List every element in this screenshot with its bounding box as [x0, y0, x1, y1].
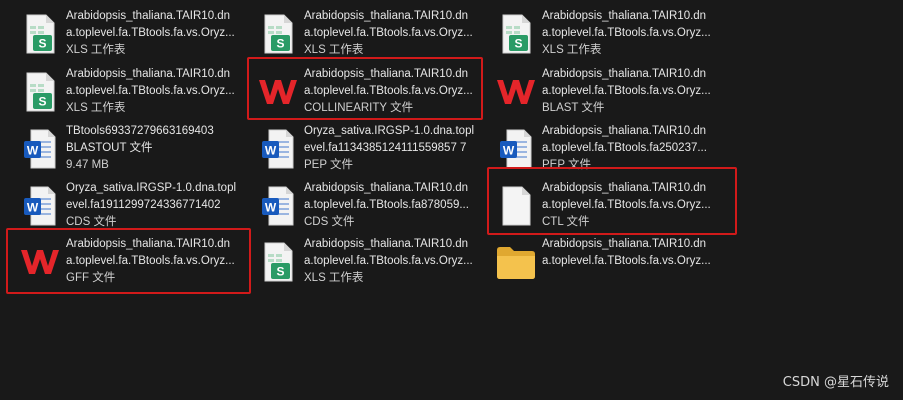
file-name-line1: Arabidopsis_thaliana.TAIR10.dn: [66, 68, 231, 80]
file-name-line1: Arabidopsis_thaliana.TAIR10.dn: [66, 238, 231, 250]
file-item-c1r1[interactable]: Arabidopsis_thaliana.TAIR10.dn a.topleve…: [8, 6, 238, 60]
file-name-line1: Arabidopsis_thaliana.TAIR10.dn: [304, 238, 469, 250]
file-name-line1: Arabidopsis_thaliana.TAIR10.dn: [542, 182, 707, 194]
file-label: TBtools69337279663169403 BLASTOUT 文件 9.4…: [66, 123, 246, 174]
file-name-line2: a.toplevel.fa.TBtools.fa.vs.Oryz...: [542, 85, 711, 97]
file-label: Oryza_sativa.IRGSP-1.0.dna.topl evel.fa1…: [66, 180, 246, 231]
file-type: XLS 工作表: [304, 44, 364, 56]
file-name-line1: Arabidopsis_thaliana.TAIR10.dn: [304, 10, 469, 22]
file-item-c2r4[interactable]: Arabidopsis_thaliana.TAIR10.dn a.topleve…: [246, 178, 476, 232]
file-type: XLS 工作表: [66, 102, 126, 114]
word-document-icon: [18, 127, 62, 171]
wps-logo-icon: [256, 70, 300, 114]
file-type: CTL 文件: [542, 216, 590, 228]
file-type: GFF 文件: [66, 272, 116, 284]
file-item-c2r2[interactable]: Arabidopsis_thaliana.TAIR10.dn a.topleve…: [246, 64, 476, 118]
folder-icon: [494, 240, 538, 284]
file-item-c1r4[interactable]: Oryza_sativa.IRGSP-1.0.dna.topl evel.fa1…: [8, 178, 238, 232]
xls-spreadsheet-icon: [18, 12, 62, 56]
file-item-c3r4[interactable]: Arabidopsis_thaliana.TAIR10.dn a.topleve…: [484, 178, 714, 232]
file-size: 9.47 MB: [66, 159, 109, 171]
file-label: Arabidopsis_thaliana.TAIR10.dn a.topleve…: [304, 66, 484, 117]
file-item-c3r2[interactable]: Arabidopsis_thaliana.TAIR10.dn a.topleve…: [484, 64, 714, 118]
file-item-c1r5[interactable]: Arabidopsis_thaliana.TAIR10.dn a.topleve…: [8, 234, 238, 288]
file-name-line1: Arabidopsis_thaliana.TAIR10.dn: [542, 238, 707, 250]
file-item-c1r2[interactable]: Arabidopsis_thaliana.TAIR10.dn a.topleve…: [8, 64, 238, 118]
file-item-c3r3[interactable]: Arabidopsis_thaliana.TAIR10.dn a.topleve…: [484, 121, 714, 175]
file-type: XLS 工作表: [304, 272, 364, 284]
file-name-line2: a.toplevel.fa.TBtools.fa.vs.Oryz...: [66, 85, 235, 97]
blank-file-icon: [494, 184, 538, 228]
file-label: Arabidopsis_thaliana.TAIR10.dn a.topleve…: [66, 236, 246, 287]
file-name-line2: BLASTOUT 文件: [66, 142, 153, 154]
file-type: PEP 文件: [304, 159, 353, 171]
xls-spreadsheet-icon: [18, 70, 62, 114]
file-name-line1: TBtools69337279663169403: [66, 125, 214, 137]
file-name-line2: a.toplevel.fa.TBtools.fa.vs.Oryz...: [542, 27, 711, 39]
file-type: BLAST 文件: [542, 102, 605, 114]
file-label: Arabidopsis_thaliana.TAIR10.dn a.topleve…: [542, 66, 722, 117]
file-name-line2: a.toplevel.fa.TBtools.fa.vs.Oryz...: [304, 255, 473, 267]
word-document-icon: [256, 127, 300, 171]
file-name-line2: a.toplevel.fa.TBtools.fa.vs.Oryz...: [304, 27, 473, 39]
file-name-line2: a.toplevel.fa.TBtools.fa250237...: [542, 142, 707, 154]
file-type: XLS 工作表: [66, 44, 126, 56]
file-type: CDS 文件: [66, 216, 117, 228]
file-name-line2: a.toplevel.fa.TBtools.fa878059...: [304, 199, 469, 211]
file-item-c2r5[interactable]: Arabidopsis_thaliana.TAIR10.dn a.topleve…: [246, 234, 476, 288]
file-item-c1r3[interactable]: TBtools69337279663169403 BLASTOUT 文件 9.4…: [8, 121, 238, 175]
xls-spreadsheet-icon: [256, 240, 300, 284]
file-label: Oryza_sativa.IRGSP-1.0.dna.topl evel.fa1…: [304, 123, 484, 174]
file-label: Arabidopsis_thaliana.TAIR10.dn a.topleve…: [304, 180, 484, 231]
file-label: Arabidopsis_thaliana.TAIR10.dn a.topleve…: [542, 236, 722, 270]
file-name-line1: Oryza_sativa.IRGSP-1.0.dna.topl: [304, 125, 475, 137]
file-name-line2: a.toplevel.fa.TBtools.fa.vs.Oryz...: [542, 255, 711, 267]
file-name-line2: a.toplevel.fa.TBtools.fa.vs.Oryz...: [66, 255, 235, 267]
file-item-c2r1[interactable]: Arabidopsis_thaliana.TAIR10.dn a.topleve…: [246, 6, 476, 60]
file-name-line1: Arabidopsis_thaliana.TAIR10.dn: [304, 182, 469, 194]
file-label: Arabidopsis_thaliana.TAIR10.dn a.topleve…: [66, 66, 246, 117]
file-item-c3r5[interactable]: Arabidopsis_thaliana.TAIR10.dn a.topleve…: [484, 234, 714, 288]
file-name-line1: Oryza_sativa.IRGSP-1.0.dna.topl: [66, 182, 237, 194]
word-document-icon: [256, 184, 300, 228]
file-grid: Arabidopsis_thaliana.TAIR10.dn a.topleve…: [0, 0, 903, 400]
file-label: Arabidopsis_thaliana.TAIR10.dn a.topleve…: [304, 8, 484, 59]
xls-spreadsheet-icon: [494, 12, 538, 56]
file-name-line1: Arabidopsis_thaliana.TAIR10.dn: [542, 68, 707, 80]
file-type: XLS 工作表: [542, 44, 602, 56]
file-name-line2: a.toplevel.fa.TBtools.fa.vs.Oryz...: [66, 27, 235, 39]
file-name-line1: Arabidopsis_thaliana.TAIR10.dn: [542, 10, 707, 22]
file-label: Arabidopsis_thaliana.TAIR10.dn a.topleve…: [542, 180, 722, 231]
file-name-line2: a.toplevel.fa.TBtools.fa.vs.Oryz...: [304, 85, 473, 97]
file-name-line1: Arabidopsis_thaliana.TAIR10.dn: [542, 125, 707, 137]
file-item-c2r3[interactable]: Oryza_sativa.IRGSP-1.0.dna.topl evel.fa1…: [246, 121, 476, 175]
file-name-line2: evel.fa1911299724336771402: [66, 199, 221, 211]
xls-spreadsheet-icon: [256, 12, 300, 56]
file-type: CDS 文件: [304, 216, 355, 228]
file-type: PEP 文件: [542, 159, 591, 171]
file-label: Arabidopsis_thaliana.TAIR10.dn a.topleve…: [542, 8, 722, 59]
file-type: COLLINEARITY 文件: [304, 102, 414, 114]
file-name-line1: Arabidopsis_thaliana.TAIR10.dn: [304, 68, 469, 80]
file-label: Arabidopsis_thaliana.TAIR10.dn a.topleve…: [542, 123, 722, 174]
file-item-c3r1[interactable]: Arabidopsis_thaliana.TAIR10.dn a.topleve…: [484, 6, 714, 60]
file-name-line1: Arabidopsis_thaliana.TAIR10.dn: [66, 10, 231, 22]
file-label: Arabidopsis_thaliana.TAIR10.dn a.topleve…: [66, 8, 246, 59]
word-document-icon: [18, 184, 62, 228]
file-name-line2: evel.fa1134385124111559857 7: [304, 142, 467, 154]
wps-logo-icon: [494, 70, 538, 114]
file-label: Arabidopsis_thaliana.TAIR10.dn a.topleve…: [304, 236, 484, 287]
watermark: CSDN @星石传说: [782, 375, 889, 390]
wps-logo-icon: [18, 240, 62, 284]
file-name-line2: a.toplevel.fa.TBtools.fa.vs.Oryz...: [542, 199, 711, 211]
word-document-icon: [494, 127, 538, 171]
